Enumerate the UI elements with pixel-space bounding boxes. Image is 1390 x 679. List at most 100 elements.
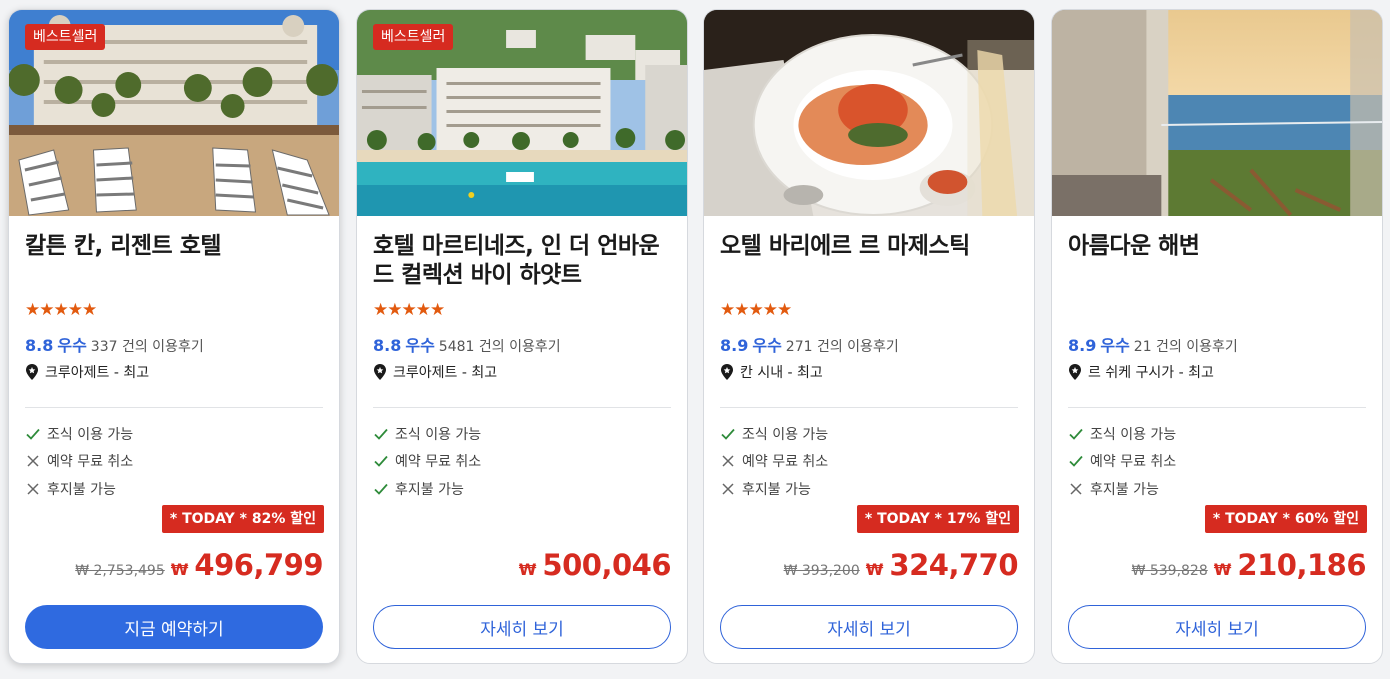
review-summary: 8.8 우수 5481 건의 이용후기	[373, 332, 561, 356]
bestseller-badge: 베스트셀러	[373, 24, 454, 50]
feature-item: 예약 무료 취소	[720, 448, 828, 476]
feature-item: 후지불 가능	[1068, 475, 1176, 503]
price: ₩ 2,753,495 ₩ 496,799	[75, 548, 323, 582]
hotel-card[interactable]: 오텔 바리에르 르 마제스틱 ★★★★★ 8.9 우수 271 건의 이용후기 칸 …	[703, 9, 1035, 664]
hotel-card[interactable]: 아름다운 해변 8.9 우수 21 건의 이용후기 르 쉬케 구시가 - 최고 조식…	[1051, 9, 1383, 664]
location: 크루아제트 - 최고	[25, 362, 149, 382]
view-details-button[interactable]: 자세히 보기	[1068, 605, 1366, 649]
hotel-photo[interactable]: 베스트셀러	[357, 10, 687, 216]
hotel-name[interactable]: 칼튼 칸, 리젠트 호텔	[25, 232, 325, 261]
view-details-button[interactable]: 자세히 보기	[720, 605, 1018, 649]
check-icon	[374, 456, 388, 468]
location-text: 크루아제트 - 최고	[393, 365, 498, 381]
x-icon	[722, 483, 734, 495]
current-price: 496,799	[194, 548, 323, 582]
hotel-photo[interactable]	[1052, 10, 1382, 216]
original-price: ₩ 393,200	[783, 563, 860, 579]
feature-item: 조식 이용 가능	[720, 420, 828, 448]
star-rating: ★★★★★	[373, 300, 445, 320]
location-pin-icon	[1069, 364, 1081, 380]
x-icon	[722, 455, 734, 467]
feature-item: 예약 무료 취소	[373, 448, 481, 476]
location: 르 쉬케 구시가 - 최고	[1068, 362, 1214, 382]
hotel-name[interactable]: 호텔 마르티네즈, 인 더 언바운드 컬렉션 바이 하얏트	[373, 232, 673, 290]
currency-symbol: ₩	[1213, 560, 1232, 579]
feature-item: 후지불 가능	[720, 475, 828, 503]
hotel-photo[interactable]	[704, 10, 1034, 216]
feature-label: 조식 이용 가능	[1090, 426, 1177, 443]
current-price: 324,770	[889, 548, 1018, 582]
hotel-name[interactable]: 아름다운 해변	[1068, 232, 1368, 261]
feature-label: 조식 이용 가능	[395, 426, 482, 443]
check-icon	[1069, 456, 1083, 468]
review-score: 8.8	[373, 336, 402, 355]
feature-list: 조식 이용 가능 예약 무료 취소 후지불 가능	[1068, 420, 1176, 503]
hotel-photo[interactable]: 베스트셀러	[9, 10, 339, 216]
review-score-word: 우수	[405, 336, 435, 355]
location: 칸 시내 - 최고	[720, 362, 823, 382]
discount-tag: * TODAY * 60% 할인	[1204, 505, 1367, 533]
currency-symbol: ₩	[170, 560, 189, 579]
hotel-card[interactable]: 베스트셀러 호텔 마르티네즈, 인 더 언바운드 컬렉션 바이 하얏트 ★★★★…	[356, 9, 688, 664]
price: ₩ 539,828 ₩ 210,186	[1131, 548, 1367, 582]
feature-item: 예약 무료 취소	[25, 448, 133, 476]
review-score: 8.9	[720, 336, 749, 355]
feature-label: 예약 무료 취소	[47, 454, 134, 471]
check-icon	[374, 483, 388, 495]
price: ₩ 500,046	[518, 548, 672, 582]
check-icon	[374, 428, 388, 440]
divider	[720, 407, 1018, 408]
original-price: ₩ 2,753,495	[75, 563, 165, 579]
original-price: ₩ 539,828	[1131, 563, 1208, 579]
location-text: 르 쉬케 구시가 - 최고	[1088, 365, 1214, 381]
feature-label: 조식 이용 가능	[47, 426, 134, 443]
review-count: 21 건의 이용후기	[1133, 339, 1238, 355]
star-rating: ★★★★★	[720, 300, 792, 320]
feature-label: 후지불 가능	[395, 481, 464, 498]
divider	[373, 407, 671, 408]
currency-symbol: ₩	[518, 560, 537, 579]
book-now-button[interactable]: 지금 예약하기	[25, 605, 323, 649]
current-price: 500,046	[542, 548, 671, 582]
location: 크루아제트 - 최고	[373, 362, 497, 382]
review-score-word: 우수	[57, 336, 87, 355]
feature-label: 후지불 가능	[47, 481, 116, 498]
x-icon	[27, 455, 39, 467]
hotel-card-list: 베스트셀러 칼튼 칸, 리젠트 호텔 ★★★★★ 8.8 우수 337 건의 이용후…	[0, 0, 1390, 679]
x-icon	[27, 483, 39, 495]
location-text: 크루아제트 - 최고	[45, 365, 150, 381]
feature-item: 후지불 가능	[25, 475, 133, 503]
review-score-word: 우수	[752, 336, 782, 355]
feature-label: 예약 무료 취소	[395, 454, 482, 471]
review-summary: 8.9 우수 271 건의 이용후기	[720, 332, 899, 356]
feature-label: 예약 무료 취소	[742, 454, 829, 471]
feature-list: 조식 이용 가능 예약 무료 취소 후지불 가능	[25, 420, 133, 503]
bestseller-badge: 베스트셀러	[25, 24, 106, 50]
feature-item: 조식 이용 가능	[1068, 420, 1176, 448]
location-pin-icon	[721, 364, 733, 380]
discount-tag: * TODAY * 17% 할인	[856, 505, 1019, 533]
hotel-card[interactable]: 베스트셀러 칼튼 칸, 리젠트 호텔 ★★★★★ 8.8 우수 337 건의 이용후…	[8, 9, 340, 664]
review-summary: 8.8 우수 337 건의 이용후기	[25, 332, 204, 356]
discount-tag: * TODAY * 82% 할인	[161, 505, 324, 533]
x-icon	[1070, 483, 1082, 495]
review-score: 8.8	[25, 336, 54, 355]
location-pin-icon	[374, 364, 386, 380]
feature-item: 조식 이용 가능	[25, 420, 133, 448]
view-details-button[interactable]: 자세히 보기	[373, 605, 671, 649]
check-icon	[721, 428, 735, 440]
check-icon	[26, 428, 40, 440]
divider	[25, 407, 323, 408]
feature-item: 조식 이용 가능	[373, 420, 481, 448]
feature-item: 예약 무료 취소	[1068, 448, 1176, 476]
feature-label: 예약 무료 취소	[1090, 454, 1177, 471]
hotel-name[interactable]: 오텔 바리에르 르 마제스틱	[720, 232, 1020, 261]
feature-label: 후지불 가능	[742, 481, 811, 498]
feature-label: 조식 이용 가능	[742, 426, 829, 443]
location-text: 칸 시내 - 최고	[740, 365, 823, 381]
review-score-word: 우수	[1100, 336, 1130, 355]
star-rating: ★★★★★	[25, 300, 97, 320]
currency-symbol: ₩	[865, 560, 884, 579]
review-count: 5481 건의 이용후기	[438, 339, 561, 355]
feature-item: 후지불 가능	[373, 475, 481, 503]
